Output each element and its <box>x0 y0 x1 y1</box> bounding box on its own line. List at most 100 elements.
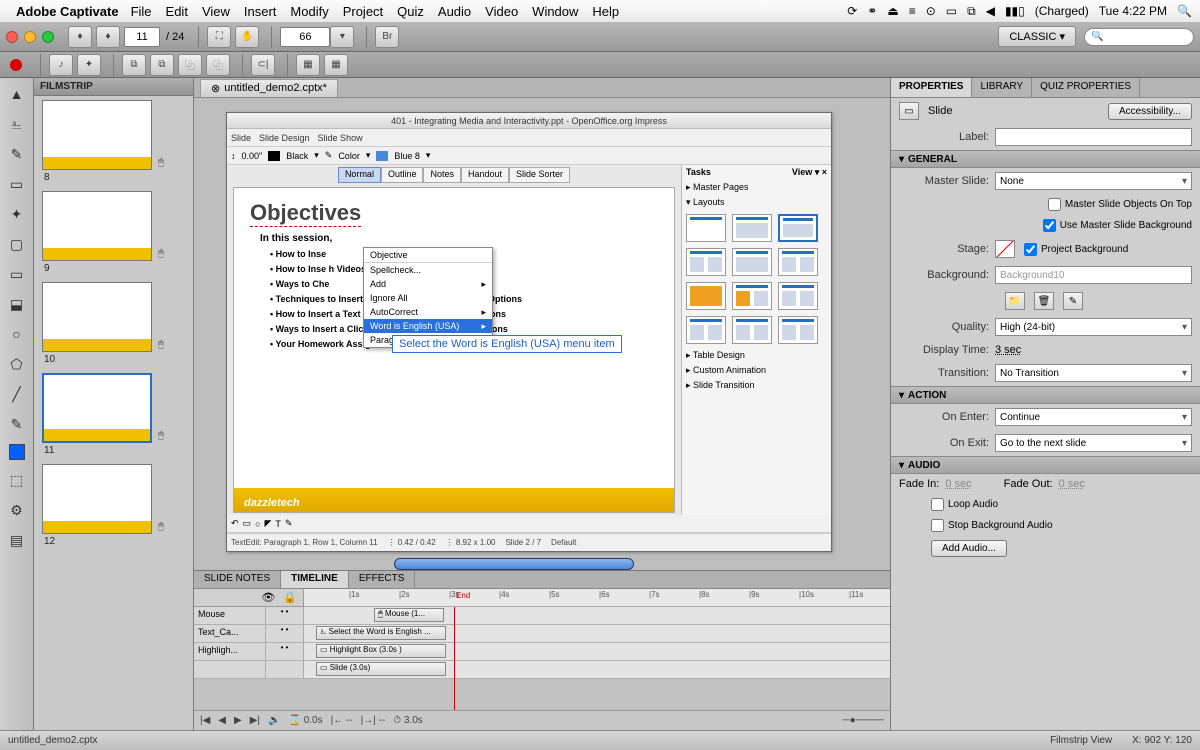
stop-bg-audio-checkbox[interactable]: Stop Background Audio <box>931 519 1053 532</box>
mic-icon[interactable]: ✦ <box>77 54 101 76</box>
loop-audio-checkbox[interactable]: Loop Audio <box>931 498 998 511</box>
stroke-color-icon[interactable]: ⬚ <box>6 470 28 490</box>
last-frame-icon[interactable]: ▶| <box>250 715 260 726</box>
oval-tool-icon[interactable]: ○ <box>6 324 28 344</box>
minimize-window[interactable] <box>24 31 36 43</box>
project-bg-checkbox[interactable]: Project Background <box>1024 243 1128 256</box>
record-button[interactable] <box>10 59 22 71</box>
eye-icon[interactable]: 👁 <box>261 591 275 604</box>
menu-insert[interactable]: Insert <box>244 4 277 19</box>
marker-icon[interactable]: |→| -- <box>361 715 386 726</box>
hand-button[interactable]: ✋ <box>235 26 259 48</box>
fade-in-value[interactable]: 0 sec <box>945 478 971 490</box>
filmstrip-thumb[interactable]: 🖱12 <box>38 464 189 547</box>
fit-button[interactable]: ⛶ <box>207 26 231 48</box>
menu-modify[interactable]: Modify <box>290 4 328 19</box>
sync-icon[interactable]: ⟳ <box>847 4 857 18</box>
snap-icon[interactable]: ▦ <box>324 54 348 76</box>
pointer-tool-icon[interactable]: ▲ <box>6 84 28 104</box>
timeline-clip[interactable]: ▭ Highlight Box (3.0s ) <box>316 644 446 658</box>
first-frame-icon[interactable]: |◀ <box>200 715 210 726</box>
close-window[interactable] <box>6 31 18 43</box>
mute-icon[interactable]: 🔊 <box>268 715 280 726</box>
tab-effects[interactable]: EFFECTS <box>349 571 416 588</box>
spotlight-icon[interactable]: 🔍 <box>1177 4 1192 18</box>
quality-select[interactable]: High (24-bit) <box>995 318 1192 336</box>
app-name[interactable]: Adobe Captivate <box>16 4 119 19</box>
display-icon[interactable]: ▭ <box>946 4 957 18</box>
play-icon[interactable]: ▶ <box>234 715 242 726</box>
time-machine-icon[interactable]: ⊙ <box>926 4 936 18</box>
grid-icon[interactable]: ▦ <box>296 54 320 76</box>
highlight-tool-icon[interactable]: ✦ <box>6 204 28 224</box>
canvas[interactable]: 401 - Integrating Media and Interactivit… <box>194 98 890 570</box>
ctx-item[interactable]: Add <box>364 277 492 291</box>
workspace-switcher[interactable]: CLASSIC ▾ <box>998 26 1076 47</box>
master-objects-checkbox[interactable]: Master Slide Objects On Top <box>1048 198 1192 211</box>
timeline-clip[interactable]: ⎁ Select the Word is English ... <box>316 626 446 640</box>
tab-properties[interactable]: PROPERTIES <box>891 78 972 97</box>
insert-icon[interactable]: ⊂| <box>251 54 275 76</box>
ctx-item[interactable]: Objective <box>364 248 492 262</box>
background-input[interactable] <box>995 266 1192 284</box>
clock[interactable]: Tue 4:22 PM <box>1099 4 1167 18</box>
transition-select[interactable]: No Transition <box>995 364 1192 382</box>
section-general[interactable]: GENERAL <box>891 150 1200 168</box>
rounded-rect-tool-icon[interactable]: ▢ <box>6 234 28 254</box>
filmstrip-thumb[interactable]: 🖱10 <box>38 282 189 365</box>
stage-color-swatch[interactable] <box>995 240 1015 258</box>
on-exit-select[interactable]: Go to the next slide <box>995 434 1192 452</box>
zoom-window[interactable] <box>42 31 54 43</box>
ctx-item[interactable]: AutoCorrect <box>364 305 492 319</box>
edit-icon[interactable]: ✎ <box>1063 292 1083 310</box>
menu-extra-icon[interactable]: ≡ <box>909 4 916 18</box>
tab-timeline[interactable]: TIMELINE <box>281 571 349 588</box>
rect-tool-icon[interactable]: ▭ <box>6 264 28 284</box>
line-tool-icon[interactable]: ╱ <box>6 384 28 404</box>
section-action[interactable]: ACTION <box>891 386 1200 404</box>
search-input[interactable] <box>1084 28 1194 46</box>
master-slide-select[interactable]: None <box>995 172 1192 190</box>
button-tool-icon[interactable]: ⬓ <box>6 294 28 314</box>
menu-quiz[interactable]: Quiz <box>397 4 424 19</box>
tab-quiz-properties[interactable]: QUIZ PROPERTIES <box>1032 78 1140 97</box>
bluetooth-icon[interactable]: ⚭ <box>867 4 877 18</box>
text-caption-tool-icon[interactable]: ⎁ <box>6 114 28 134</box>
timeline-playhead[interactable] <box>454 607 455 710</box>
folder-icon[interactable]: 📁 <box>1005 292 1025 310</box>
add-audio-button[interactable]: Add Audio... <box>931 540 1007 557</box>
menu-edit[interactable]: Edit <box>166 4 188 19</box>
tab-slide-notes[interactable]: SLIDE NOTES <box>194 571 281 588</box>
rollover-tool-icon[interactable]: ✎ <box>6 144 28 164</box>
ctx-item-highlighted[interactable]: Word is English (USA) <box>364 319 492 333</box>
battery-icon[interactable]: ▮▮▯ <box>1005 4 1025 18</box>
animation-tool-icon[interactable]: ⚙ <box>6 500 28 520</box>
ctx-item[interactable]: Ignore All <box>364 291 492 305</box>
marker-icon[interactable]: |← -- <box>331 715 353 726</box>
menu-help[interactable]: Help <box>592 4 619 19</box>
use-master-bg-checkbox[interactable]: Use Master Slide Background <box>1043 219 1192 232</box>
wifi-icon[interactable]: ⧉ <box>967 4 976 19</box>
timeline-track[interactable]: Highligh...• • ▭ Highlight Box (3.0s ) <box>194 643 890 661</box>
menu-window[interactable]: Window <box>532 4 578 19</box>
menu-view[interactable]: View <box>202 4 230 19</box>
lock-icon[interactable]: 🔒 <box>283 591 297 604</box>
on-enter-select[interactable]: Continue <box>995 408 1192 426</box>
timeline-track[interactable]: Text_Ca...• • ⎁ Select the Word is Engli… <box>194 625 890 643</box>
canvas-hscroll[interactable] <box>394 558 634 570</box>
close-tab-icon[interactable]: ⊗ <box>211 82 220 95</box>
tab-library[interactable]: LIBRARY <box>972 78 1032 97</box>
timeline-clip[interactable]: 🖱 Mouse (1... <box>374 608 444 622</box>
polygon-tool-icon[interactable]: ⬠ <box>6 354 28 374</box>
accessibility-button[interactable]: Accessibility... <box>1108 103 1192 120</box>
pencil-tool-icon[interactable]: ✎ <box>6 414 28 434</box>
trash-icon[interactable]: 🗑 <box>1034 292 1054 310</box>
filmstrip-thumb[interactable]: 🖱8 <box>38 100 189 183</box>
browser-button[interactable]: Br <box>375 26 399 48</box>
widget-tool-icon[interactable]: ▤ <box>6 530 28 550</box>
document-tab[interactable]: ⊗untitled_demo2.cptx* <box>200 79 338 97</box>
zoom-dropdown[interactable]: ▾ <box>330 26 354 48</box>
ctx-item[interactable]: Spellcheck... <box>364 263 492 277</box>
menu-video[interactable]: Video <box>485 4 518 19</box>
slide-number-input[interactable] <box>124 27 160 47</box>
